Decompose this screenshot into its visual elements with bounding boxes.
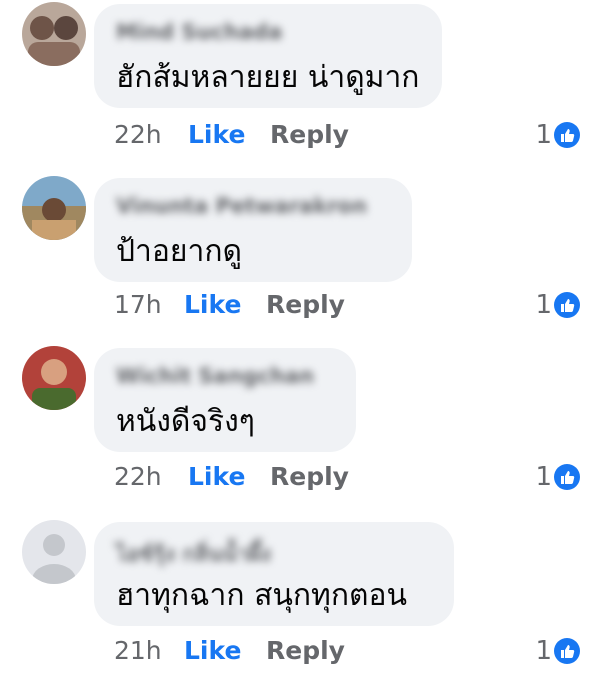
comment-timestamp[interactable]: 22h bbox=[114, 462, 162, 491]
comment-timestamp[interactable]: 21h bbox=[114, 636, 162, 665]
reply-button[interactable]: Reply bbox=[270, 120, 349, 149]
thumbs-up-icon bbox=[554, 464, 580, 490]
comment-author-name[interactable]: Vinunta Petwarakron bbox=[116, 194, 367, 218]
comment-timestamp[interactable]: 17h bbox=[114, 290, 162, 319]
like-button[interactable]: Like bbox=[188, 120, 245, 149]
reaction-summary[interactable]: 1 bbox=[520, 120, 580, 154]
reaction-count: 1 bbox=[535, 290, 552, 320]
comment-bubble: ไอซ์รุ้ง กลิ่นน้ำผึ้ง ฮาทุกฉาก สนุกทุกตอ… bbox=[94, 522, 454, 626]
comment-author-name[interactable]: Mind Suchada bbox=[116, 20, 282, 44]
like-button[interactable]: Like bbox=[184, 290, 241, 319]
avatar[interactable] bbox=[22, 346, 86, 410]
default-avatar-icon bbox=[22, 520, 86, 584]
comment-author-name[interactable]: Wichit Sangchan bbox=[116, 364, 314, 388]
reaction-summary[interactable]: 1 bbox=[520, 462, 580, 496]
thumbs-up-icon bbox=[554, 122, 580, 148]
comment-text: ฮาทุกฉาก สนุกทุกตอน bbox=[116, 578, 408, 613]
comment-text: หนังดีจริงๆ bbox=[116, 404, 255, 439]
thumbs-up-icon bbox=[554, 292, 580, 318]
reply-button[interactable]: Reply bbox=[266, 290, 345, 319]
comment-author-name[interactable]: ไอซ์รุ้ง กลิ่นน้ำผึ้ง bbox=[116, 538, 271, 571]
comment-text: ฮักส้มหลายยย น่าดูมาก bbox=[116, 60, 420, 95]
avatar-photo bbox=[22, 2, 86, 66]
comment-bubble: Mind Suchada ฮักส้มหลายยย น่าดูมาก bbox=[94, 4, 442, 108]
like-button[interactable]: Like bbox=[184, 636, 241, 665]
like-button[interactable]: Like bbox=[188, 462, 245, 491]
reaction-count: 1 bbox=[535, 462, 552, 492]
avatar[interactable] bbox=[22, 176, 86, 240]
reaction-count: 1 bbox=[535, 120, 552, 150]
comment-timestamp[interactable]: 22h bbox=[114, 120, 162, 149]
comment-bubble: Wichit Sangchan หนังดีจริงๆ bbox=[94, 348, 356, 452]
avatar-photo bbox=[22, 176, 86, 240]
avatar[interactable] bbox=[22, 520, 86, 584]
comment-text: ป้าอยากดู bbox=[116, 234, 242, 269]
reply-button[interactable]: Reply bbox=[266, 636, 345, 665]
comment-bubble: Vinunta Petwarakron ป้าอยากดู bbox=[94, 178, 412, 282]
avatar-photo bbox=[22, 346, 86, 410]
reaction-summary[interactable]: 1 bbox=[520, 636, 580, 670]
thumbs-up-icon bbox=[554, 638, 580, 664]
reaction-summary[interactable]: 1 bbox=[520, 290, 580, 324]
reply-button[interactable]: Reply bbox=[270, 462, 349, 491]
reaction-count: 1 bbox=[535, 636, 552, 666]
avatar[interactable] bbox=[22, 2, 86, 66]
